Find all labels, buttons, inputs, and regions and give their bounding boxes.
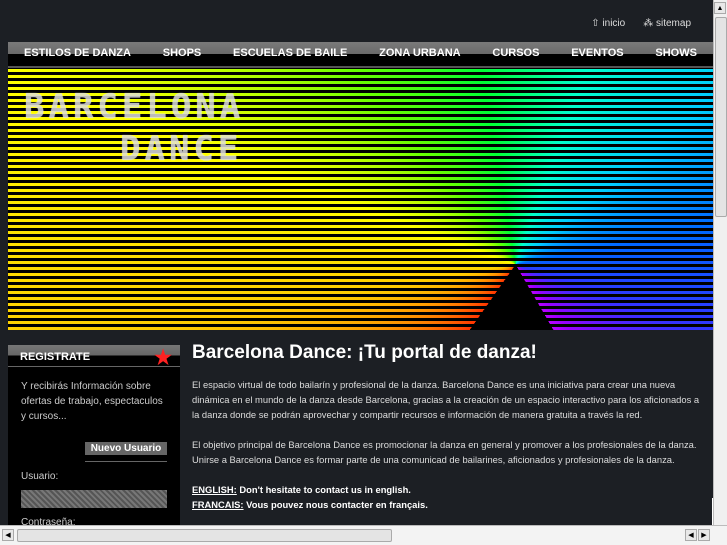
horizontal-scrollbar[interactable]: ◀ ◀ ▶ xyxy=(0,525,727,545)
user-label: Usuario: xyxy=(21,471,59,482)
scroll-right-icon[interactable]: ▶ xyxy=(698,529,710,541)
page-title: Barcelona Dance: ¡Tu portal de danza! xyxy=(192,342,537,363)
nav-estilos-de-danza[interactable]: ESTILOS DE DANZA xyxy=(24,47,131,62)
nav-cursos[interactable]: CURSOS xyxy=(492,47,539,62)
english-link[interactable]: ENGLISH: xyxy=(192,484,237,495)
vertical-scrollbar[interactable]: ▲ xyxy=(713,0,727,525)
scroll-left-icon[interactable]: ◀ xyxy=(685,529,697,541)
register-title: REGISTRATE xyxy=(20,351,91,363)
francais-text: Vous pouvez nous contacter en français. xyxy=(243,499,428,510)
nav-zona-urbana[interactable]: ZONA URBANA xyxy=(379,47,460,62)
francais-link[interactable]: FRANCAIS: xyxy=(192,499,244,510)
horizontal-scroll-thumb[interactable] xyxy=(17,529,392,542)
intro-paragraph: El espacio virtual de todo bailarín y pr… xyxy=(192,377,713,422)
nav-shops[interactable]: SHOPS xyxy=(163,47,202,62)
main-nav: ESTILOS DE DANZA SHOPS ESCUELAS DE BAILE… xyxy=(8,42,713,68)
star-icon: ★ xyxy=(154,347,172,369)
new-user-button[interactable]: Nuevo Usuario xyxy=(85,442,167,455)
register-description: Y recibirás Información sobre ofertas de… xyxy=(21,381,163,422)
header-banner: BARCELONA DANCE xyxy=(8,68,713,330)
languages-paragraph: ENGLISH: Don't hesitate to contact us in… xyxy=(192,482,713,512)
logo-line-2: DANCE xyxy=(120,129,243,169)
nav-eventos[interactable]: EVENTOS xyxy=(571,47,623,62)
top-links: ⇧ inicio ⁂ sitemap xyxy=(591,18,691,29)
text-line: la danza donde se podrán aprovechar y co… xyxy=(192,409,643,420)
text-line: Unirse a Barcelona Dance es formar parte… xyxy=(192,454,675,465)
main-content: Barcelona Dance: ¡Tu portal de danza! El… xyxy=(192,342,713,525)
scroll-left-icon[interactable]: ◀ xyxy=(2,529,14,541)
nav-escuelas-de-baile[interactable]: ESCUELAS DE BAILE xyxy=(233,47,347,62)
nav-shows[interactable]: SHOWS xyxy=(655,47,697,62)
inicio-link[interactable]: ⇧ inicio xyxy=(591,18,625,29)
text-line: El objetivo principal de Barcelona Dance… xyxy=(192,439,697,450)
sitemap-icon: ⁂ xyxy=(643,18,654,29)
objective-paragraph: El objetivo principal de Barcelona Dance… xyxy=(192,437,713,467)
text-line: dinámica en el mundo de la danza desde B… xyxy=(192,394,700,405)
site-logo[interactable]: BARCELONA DANCE xyxy=(24,86,244,170)
user-input[interactable] xyxy=(21,490,167,508)
sitemap-label: sitemap xyxy=(655,18,691,29)
logo-line-1: BARCELONA xyxy=(24,87,245,127)
sitemap-link[interactable]: ⁂ sitemap xyxy=(643,18,691,29)
scroll-up-icon[interactable]: ▲ xyxy=(714,2,726,14)
register-header: REGISTRATE ★ xyxy=(8,345,180,369)
register-panel: REGISTRATE ★ Y recibirás Información sobr… xyxy=(8,345,180,528)
english-text: Don't hesitate to contact us in english. xyxy=(236,484,411,495)
inicio-label: inicio xyxy=(602,18,626,29)
home-icon: ⇧ xyxy=(591,18,600,29)
text-line: El espacio virtual de todo bailarín y pr… xyxy=(192,379,676,390)
vertical-scroll-thumb[interactable] xyxy=(715,17,727,217)
